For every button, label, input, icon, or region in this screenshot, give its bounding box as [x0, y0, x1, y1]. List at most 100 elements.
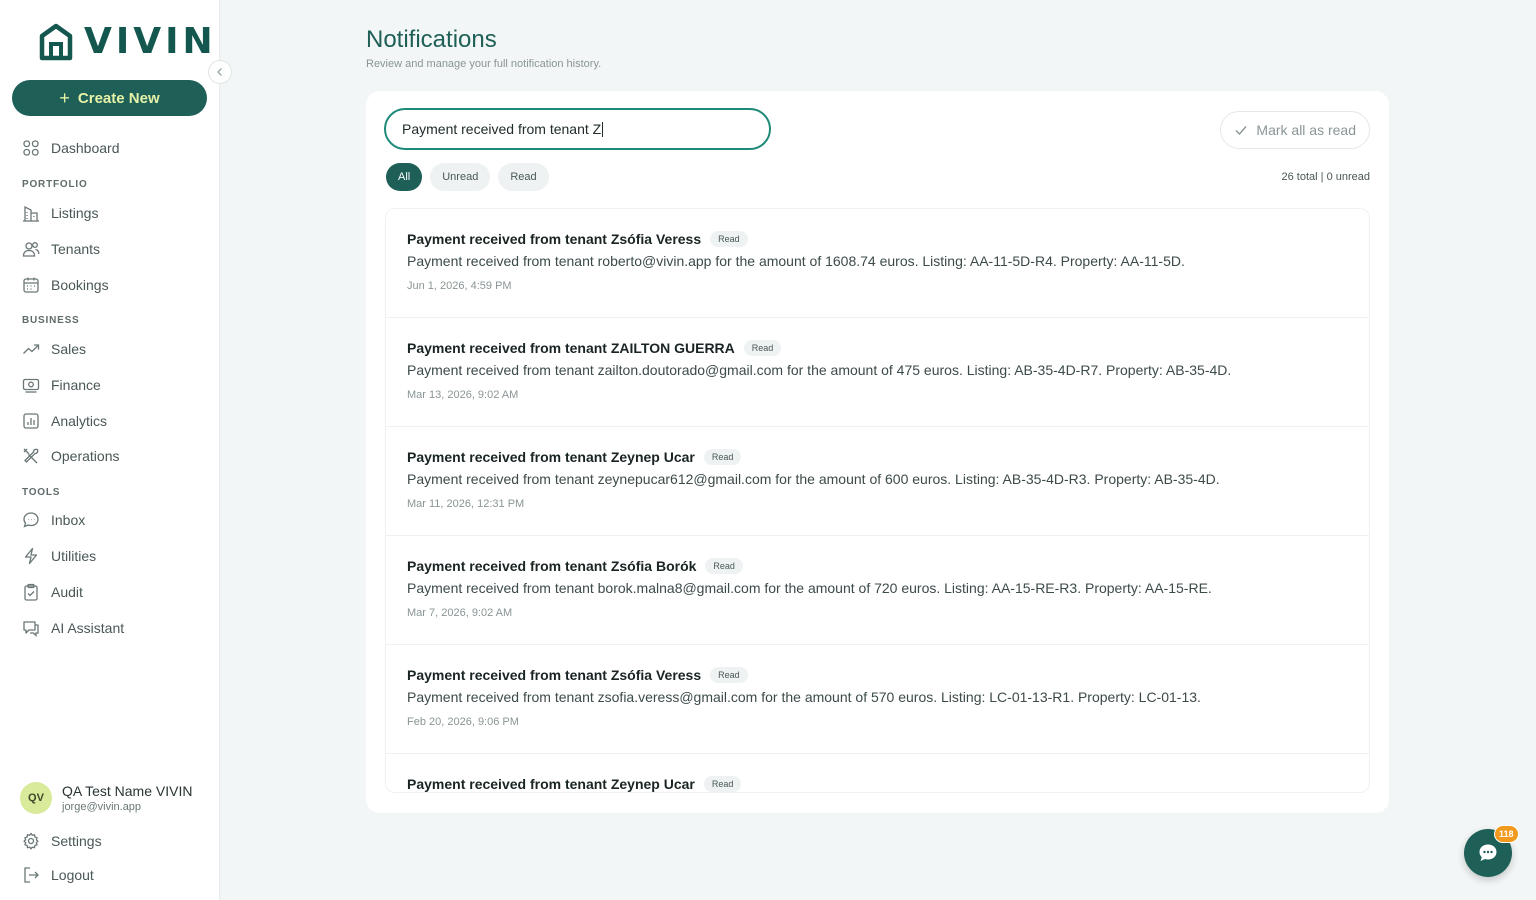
notification-message: Payment received from tenant zeynepucar6…	[407, 471, 1220, 487]
sidebar-item-bookings[interactable]: Bookings	[22, 274, 109, 296]
sidebar-item-sales[interactable]: Sales	[22, 338, 86, 360]
sidebar-item-inbox[interactable]: Inbox	[22, 509, 85, 531]
chat-bubble-icon	[1479, 844, 1497, 861]
sidebar-item-label: Sales	[51, 341, 87, 357]
trending-up-icon	[23, 344, 40, 354]
sidebar-item-label: AI Assistant	[51, 620, 125, 636]
notification-counts: 26 total | 0 unread	[1281, 171, 1370, 183]
sidebar-item-operations[interactable]: Operations	[22, 445, 119, 467]
status-badge: Read	[710, 231, 748, 247]
sidebar-item-audit[interactable]: Audit	[22, 581, 83, 603]
notification-time: Mar 11, 2026, 12:31 PM	[407, 498, 525, 510]
sidebar-item-label: Dashboard	[51, 140, 120, 156]
filter-all[interactable]: All	[386, 163, 423, 191]
tools-icon	[23, 448, 39, 464]
banknote-icon	[22, 378, 40, 393]
create-new-button[interactable]: + Create New	[12, 80, 207, 116]
bar-chart-icon	[23, 413, 39, 429]
message-circle-icon	[23, 512, 39, 528]
sidebar-item-analytics[interactable]: Analytics	[22, 410, 107, 432]
logo-text: VIVIN	[84, 21, 217, 62]
sidebar-item-label: Inbox	[51, 512, 86, 528]
sidebar-item-label: Finance	[51, 377, 101, 393]
filter-tabs: All Unread Read	[386, 163, 549, 191]
notification-list[interactable]: Payment received from tenant Zsófia Vere…	[385, 208, 1370, 793]
status-badge: Read	[710, 667, 748, 683]
chevron-left-icon	[217, 68, 222, 76]
sidebar-item-utilities[interactable]: Utilities	[22, 545, 96, 567]
notification-item[interactable]: Payment received from tenant Zsófia Boró…	[386, 536, 1369, 645]
search-input[interactable]: Payment received from tenant Z	[384, 108, 771, 150]
lightning-icon	[24, 547, 38, 565]
sidebar-item-label: Utilities	[51, 548, 97, 564]
notification-item[interactable]: Payment received from tenant Zeynep Ucar…	[386, 427, 1369, 536]
sidebar-item-tenants[interactable]: Tenants	[22, 238, 100, 260]
notification-title: Payment received from tenant ZAILTON GUE…	[407, 340, 735, 356]
notification-time: Jun 1, 2026, 4:59 PM	[407, 280, 512, 292]
notification-item[interactable]: Payment received from tenant Zsófia Vere…	[386, 209, 1369, 318]
sidebar-item-label: Bookings	[51, 277, 109, 293]
section-label-business: BUSINESS	[22, 315, 80, 326]
section-label-portfolio: PORTFOLIO	[22, 179, 88, 190]
status-badge: Read	[705, 558, 743, 574]
logout-icon	[24, 867, 39, 883]
sidebar-item-label: Tenants	[51, 241, 101, 257]
user-profile[interactable]: QV QA Test Name VIVIN jorge@vivin.app	[20, 782, 192, 814]
chat-unread-badge: 118	[1494, 825, 1519, 843]
sidebar-item-listings[interactable]: Listings	[22, 202, 98, 224]
mark-all-read-label: Mark all as read	[1256, 122, 1356, 138]
sidebar-item-ai-assistant[interactable]: AI Assistant	[22, 617, 124, 639]
notification-item[interactable]: Payment received from tenant ZAILTON GUE…	[386, 318, 1369, 427]
logo[interactable]: VIVIN	[36, 22, 217, 62]
user-name: QA Test Name VIVIN	[62, 783, 193, 799]
status-badge: Read	[703, 449, 742, 465]
users-icon	[22, 242, 40, 257]
notification-time: Mar 13, 2026, 9:02 AM	[407, 389, 519, 401]
notification-title: Payment received from tenant Zsófia Boró…	[407, 558, 697, 574]
sidebar: VIVIN + Create New Dashboard PORTFOLIO L…	[0, 0, 220, 900]
create-new-label: Create New	[77, 89, 160, 107]
sidebar-item-finance[interactable]: Finance	[22, 374, 101, 396]
page-subtitle: Review and manage your full notification…	[366, 58, 602, 70]
notification-title: Payment received from tenant Zsófia Vere…	[407, 667, 702, 683]
avatar: QV	[20, 782, 52, 814]
notification-message: Payment received from tenant zailton.dou…	[407, 362, 1232, 378]
building-icon	[23, 205, 39, 222]
sidebar-item-label: Operations	[51, 448, 120, 464]
status-badge: Read	[743, 340, 782, 356]
notification-item[interactable]: Payment received from tenant Zeynep Ucar…	[386, 754, 1369, 792]
notification-message: Payment received from tenant roberto@viv…	[407, 253, 1185, 269]
notification-time: Feb 20, 2026, 9:06 PM	[407, 716, 519, 728]
notifications-card: Payment received from tenant Z Mark all …	[366, 91, 1389, 813]
notification-message: Payment received from tenant zsofia.vere…	[407, 689, 1201, 705]
status-badge: Read	[703, 776, 742, 792]
house-logo-icon	[39, 23, 73, 61]
text-caret	[602, 121, 604, 137]
sidebar-item-label: Settings	[51, 833, 102, 849]
sidebar-item-logout[interactable]: Logout	[22, 864, 94, 886]
sidebar-item-label: Analytics	[51, 413, 108, 429]
section-label-tools: TOOLS	[22, 487, 61, 498]
plus-icon: +	[59, 88, 70, 108]
gear-icon	[23, 832, 39, 850]
calendar-icon	[23, 277, 39, 293]
mark-all-read-button[interactable]: Mark all as read	[1220, 111, 1370, 149]
notification-title: Payment received from tenant Zeynep Ucar	[407, 449, 695, 465]
notification-title: Payment received from tenant Zeynep Ucar	[407, 776, 695, 792]
sidebar-item-dashboard[interactable]: Dashboard	[22, 137, 120, 159]
filter-read[interactable]: Read	[498, 163, 549, 191]
filter-unread[interactable]: Unread	[430, 163, 491, 191]
grid-icon	[23, 140, 39, 156]
page-title: Notifications	[366, 26, 497, 53]
notification-time: Mar 7, 2026, 9:02 AM	[407, 607, 513, 619]
check-icon	[1235, 126, 1247, 136]
user-email: jorge@vivin.app	[62, 801, 142, 813]
sidebar-item-label: Logout	[51, 867, 94, 883]
notification-message: Payment received from tenant borok.malna…	[407, 580, 1212, 596]
chat-bubbles-icon	[23, 621, 39, 637]
sidebar-item-label: Listings	[51, 205, 99, 221]
notification-item[interactable]: Payment received from tenant Zsófia Vere…	[386, 645, 1369, 754]
search-value: Payment received from tenant Z	[402, 121, 602, 137]
collapse-sidebar-button[interactable]	[208, 60, 232, 84]
sidebar-item-settings[interactable]: Settings	[22, 830, 102, 852]
